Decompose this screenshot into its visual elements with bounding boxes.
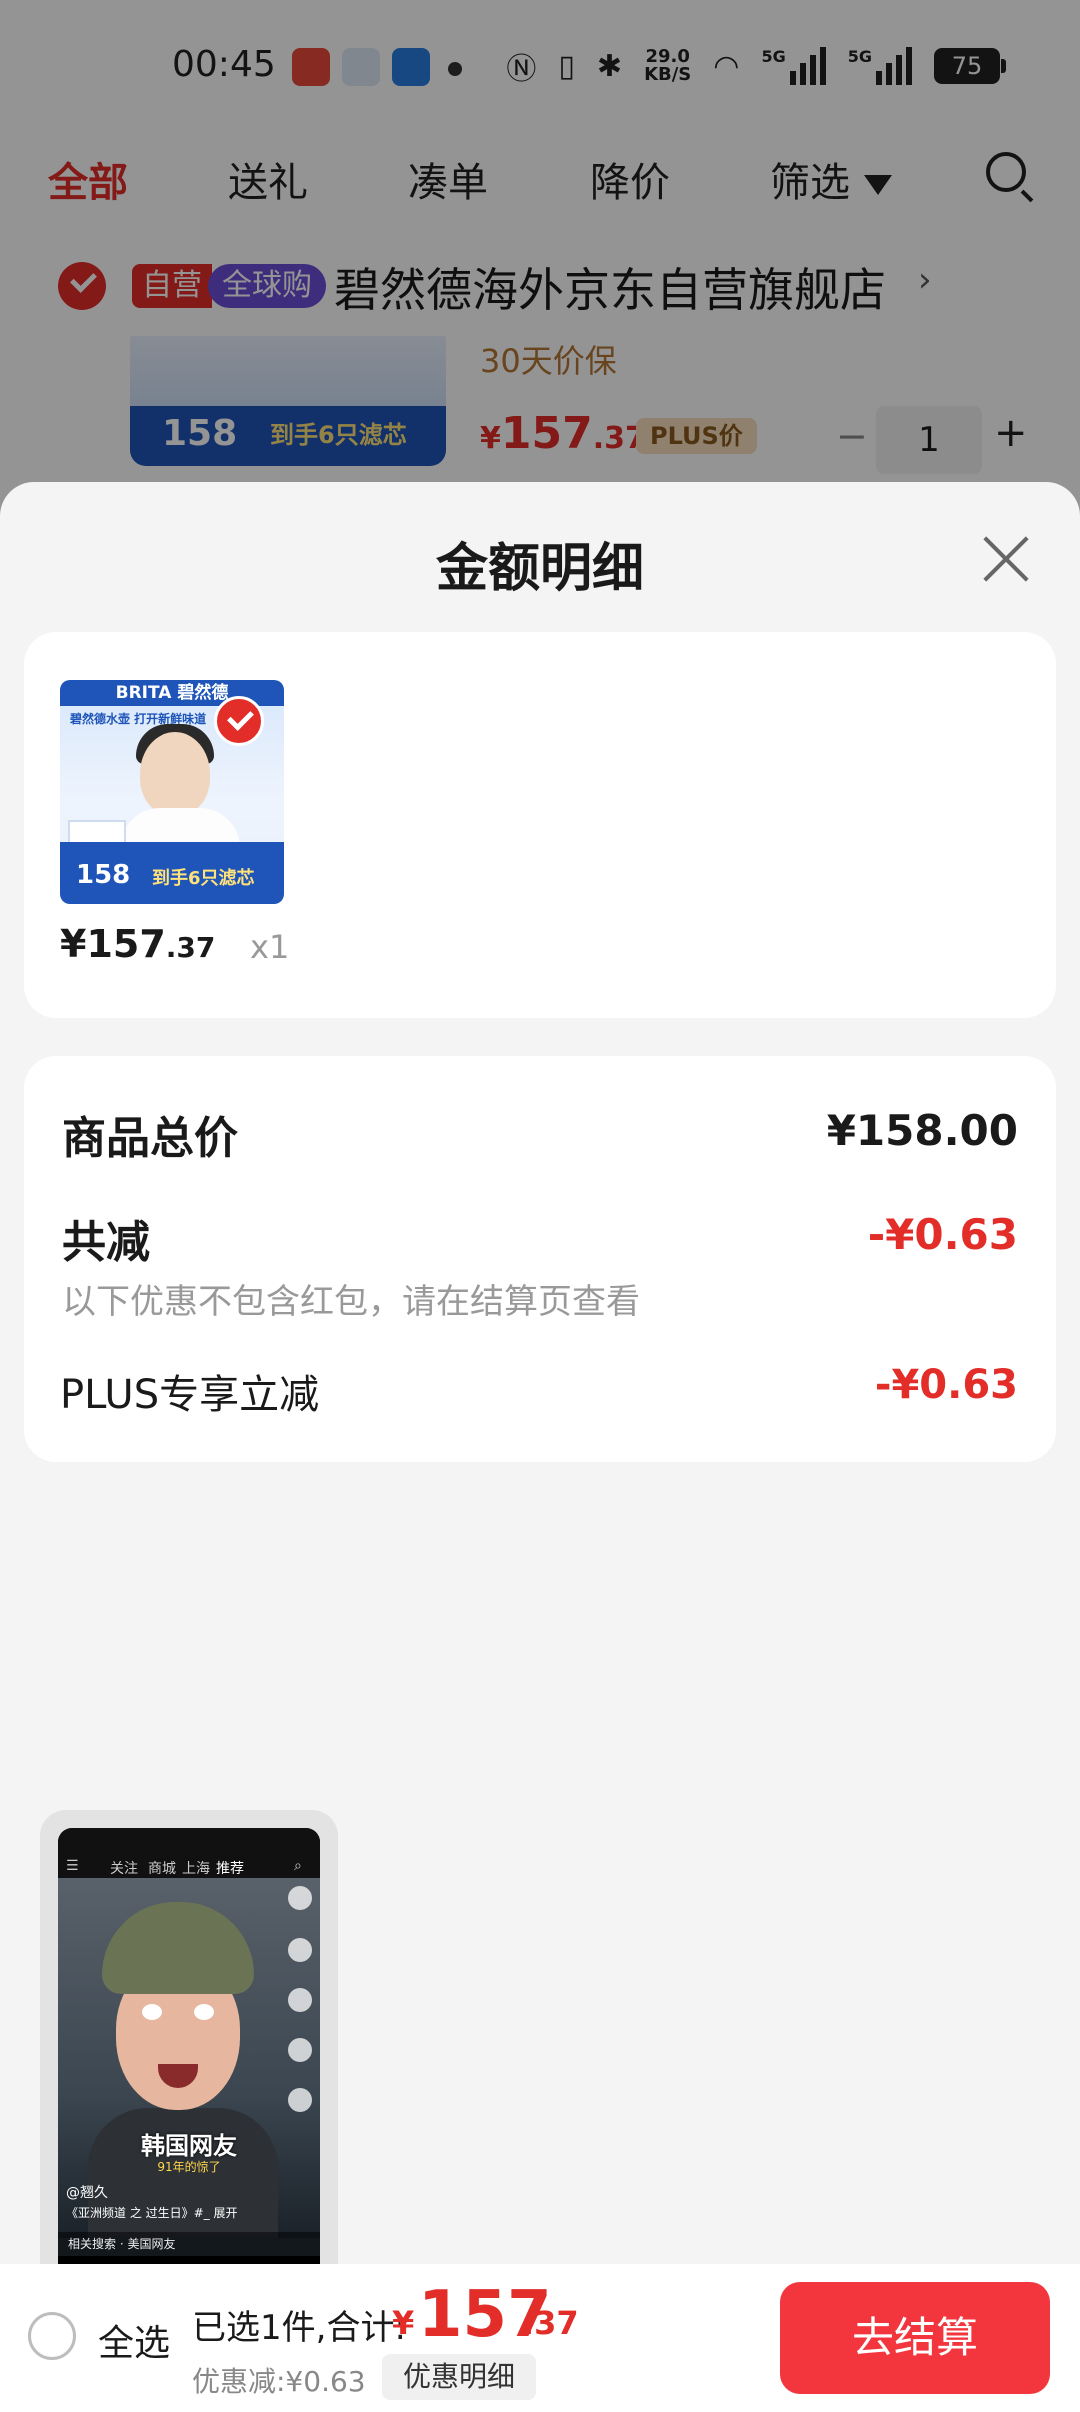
video-like-icon [288,1938,312,1962]
image-text: 到手6只滤芯 [152,868,255,889]
plus-discount-value: -¥0.63 [874,1362,1018,1408]
plus-discount-label: PLUS专享立减 [60,1372,320,1418]
product-card: BRITA 碧然德 碧然德水壶 打开新鲜味道 158 到手6只滤芯 ¥157.3… [24,632,1056,1018]
image-price: 158 [76,860,131,890]
video-search-icon: ⌕ [294,1858,302,1874]
video-author: @翘久 [66,2185,108,2201]
product-price: ¥157.37 [60,922,216,966]
select-all-label[interactable]: 全选 [98,2314,170,2366]
total-price-label: 商品总价 [62,1113,238,1164]
video-avatar-icon [288,1886,312,1910]
video-menu-icon: ☰ [66,1858,79,1874]
close-icon[interactable] [982,536,1028,582]
checkout-bar: 全选 已选1件,合计: ¥ 157 .37 优惠减:¥0.63 优惠明细 去结算 [0,2264,1080,2412]
video-screen[interactable]: ☰ 关注 商城 上海 推荐 ⌕ 韩国网友 91年的惊了 @翘久 《亚洲频道 之 … [58,1828,320,2294]
product-quantity: x1 [250,928,290,966]
selected-check-icon [214,696,264,746]
product-image[interactable]: BRITA 碧然德 碧然德水壶 打开新鲜味道 158 到手6只滤芯 [60,680,284,904]
video-eye [194,2004,214,2020]
selected-summary-label: 已选1件,合计: [192,2308,406,2348]
discount-summary: 优惠减:¥0.63 [192,2365,366,2398]
video-description: 《亚洲频道 之 过生日》#_ 展开 [66,2206,238,2220]
total-currency: ¥ [392,2304,415,2342]
video-tab: 上海 [182,1861,210,1877]
video-share-icon [288,2088,312,2112]
discount-label: 共减 [62,1217,150,1268]
video-caption: 韩国网友 [141,2132,237,2160]
video-star-icon [288,2038,312,2062]
floating-video-window[interactable]: ☰ 关注 商城 上海 推荐 ⌕ 韩国网友 91年的惊了 @翘久 《亚洲频道 之 … [40,1810,338,2314]
total-decimal: .37 [522,2304,579,2342]
video-eye [142,2004,162,2020]
video-subcaption: 91年的惊了 [157,2160,221,2174]
discount-detail-button[interactable]: 优惠明细 [382,2354,536,2400]
total-price-value: ¥158.00 [826,1106,1018,1155]
checkout-button[interactable]: 去结算 [780,2282,1050,2394]
sheet-title: 金额明细 [435,539,644,599]
discount-value: -¥0.63 [867,1210,1018,1259]
discount-note: 以下优惠不包含红包，请在结算页查看 [62,1282,640,1322]
video-comment-icon [288,1988,312,2012]
video-tab: 商城 [148,1861,176,1877]
video-top-bar: ☰ 关注 商城 上海 推荐 ⌕ [58,1828,320,1878]
price-summary-card: 商品总价 ¥158.00 共减 -¥0.63 以下优惠不包含红包，请在结算页查看… [24,1056,1056,1462]
image-face [140,732,210,816]
select-all-checkbox[interactable] [28,2312,76,2360]
video-tab: 关注 [110,1861,138,1877]
video-tab: 推荐 [216,1861,244,1877]
video-related-search: 相关搜索 · 美国网友 [58,2232,320,2256]
